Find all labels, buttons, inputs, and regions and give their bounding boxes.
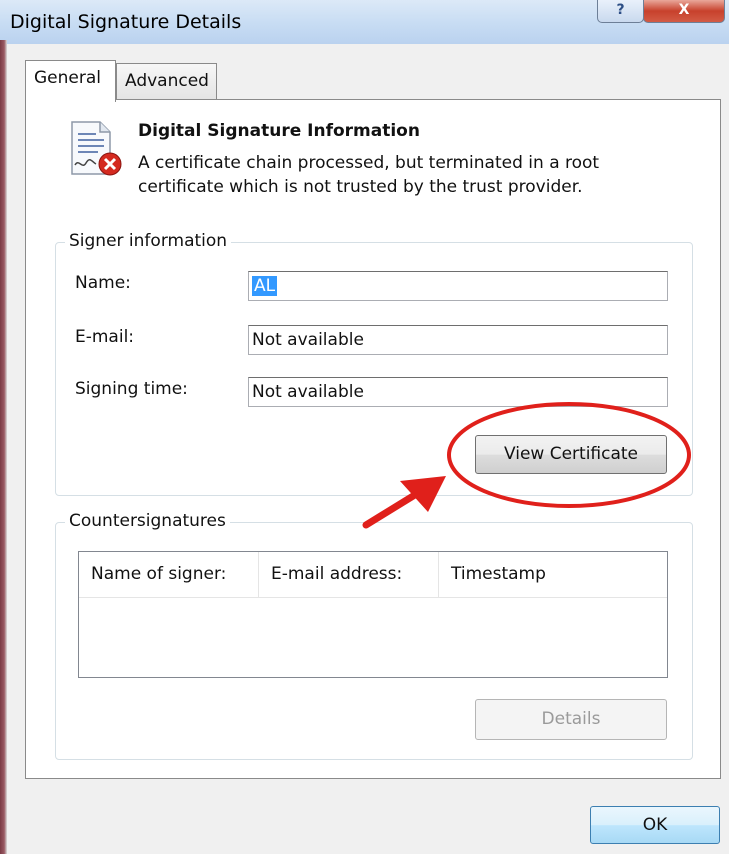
- close-button[interactable]: X: [643, 0, 725, 23]
- email-field[interactable]: Not available: [248, 325, 668, 355]
- signing-time-label: Signing time:: [75, 379, 188, 399]
- window-title: Digital Signature Details: [10, 11, 242, 33]
- name-label: Name:: [75, 273, 131, 293]
- window-left-edge: [0, 40, 7, 854]
- signer-information-legend: Signer information: [65, 231, 232, 251]
- email-label: E-mail:: [75, 327, 135, 347]
- countersignatures-list[interactable]: Name of signer: E-mail address: Timestam…: [78, 551, 668, 678]
- name-field[interactable]: AL: [248, 271, 668, 301]
- list-header: Name of signer: E-mail address: Timestam…: [79, 552, 667, 598]
- name-value: AL: [252, 276, 278, 296]
- signed-document-error-icon: [71, 121, 122, 176]
- signing-time-field[interactable]: Not available: [248, 377, 668, 407]
- details-button[interactable]: Details: [475, 699, 667, 740]
- info-title: Digital Signature Information: [138, 121, 420, 141]
- tab-general[interactable]: General: [25, 60, 116, 102]
- countersignatures-legend: Countersignatures: [65, 511, 230, 531]
- tab-advanced[interactable]: Advanced: [116, 63, 217, 99]
- info-message-line1: A certificate chain processed, but termi…: [138, 153, 600, 173]
- view-certificate-button[interactable]: View Certificate: [475, 435, 667, 474]
- help-button[interactable]: ?: [597, 0, 644, 23]
- column-header-name-of-signer[interactable]: Name of signer:: [79, 552, 259, 597]
- ok-button[interactable]: OK: [590, 806, 720, 844]
- dialog-window: Digital Signature Details ? X General Ad…: [0, 0, 729, 854]
- column-header-timestamp[interactable]: Timestamp: [439, 552, 665, 597]
- column-header-email-address[interactable]: E-mail address:: [259, 552, 439, 597]
- title-bar[interactable]: Digital Signature Details ? X: [0, 0, 729, 44]
- info-message-line2: certificate which is not trusted by the …: [138, 177, 583, 197]
